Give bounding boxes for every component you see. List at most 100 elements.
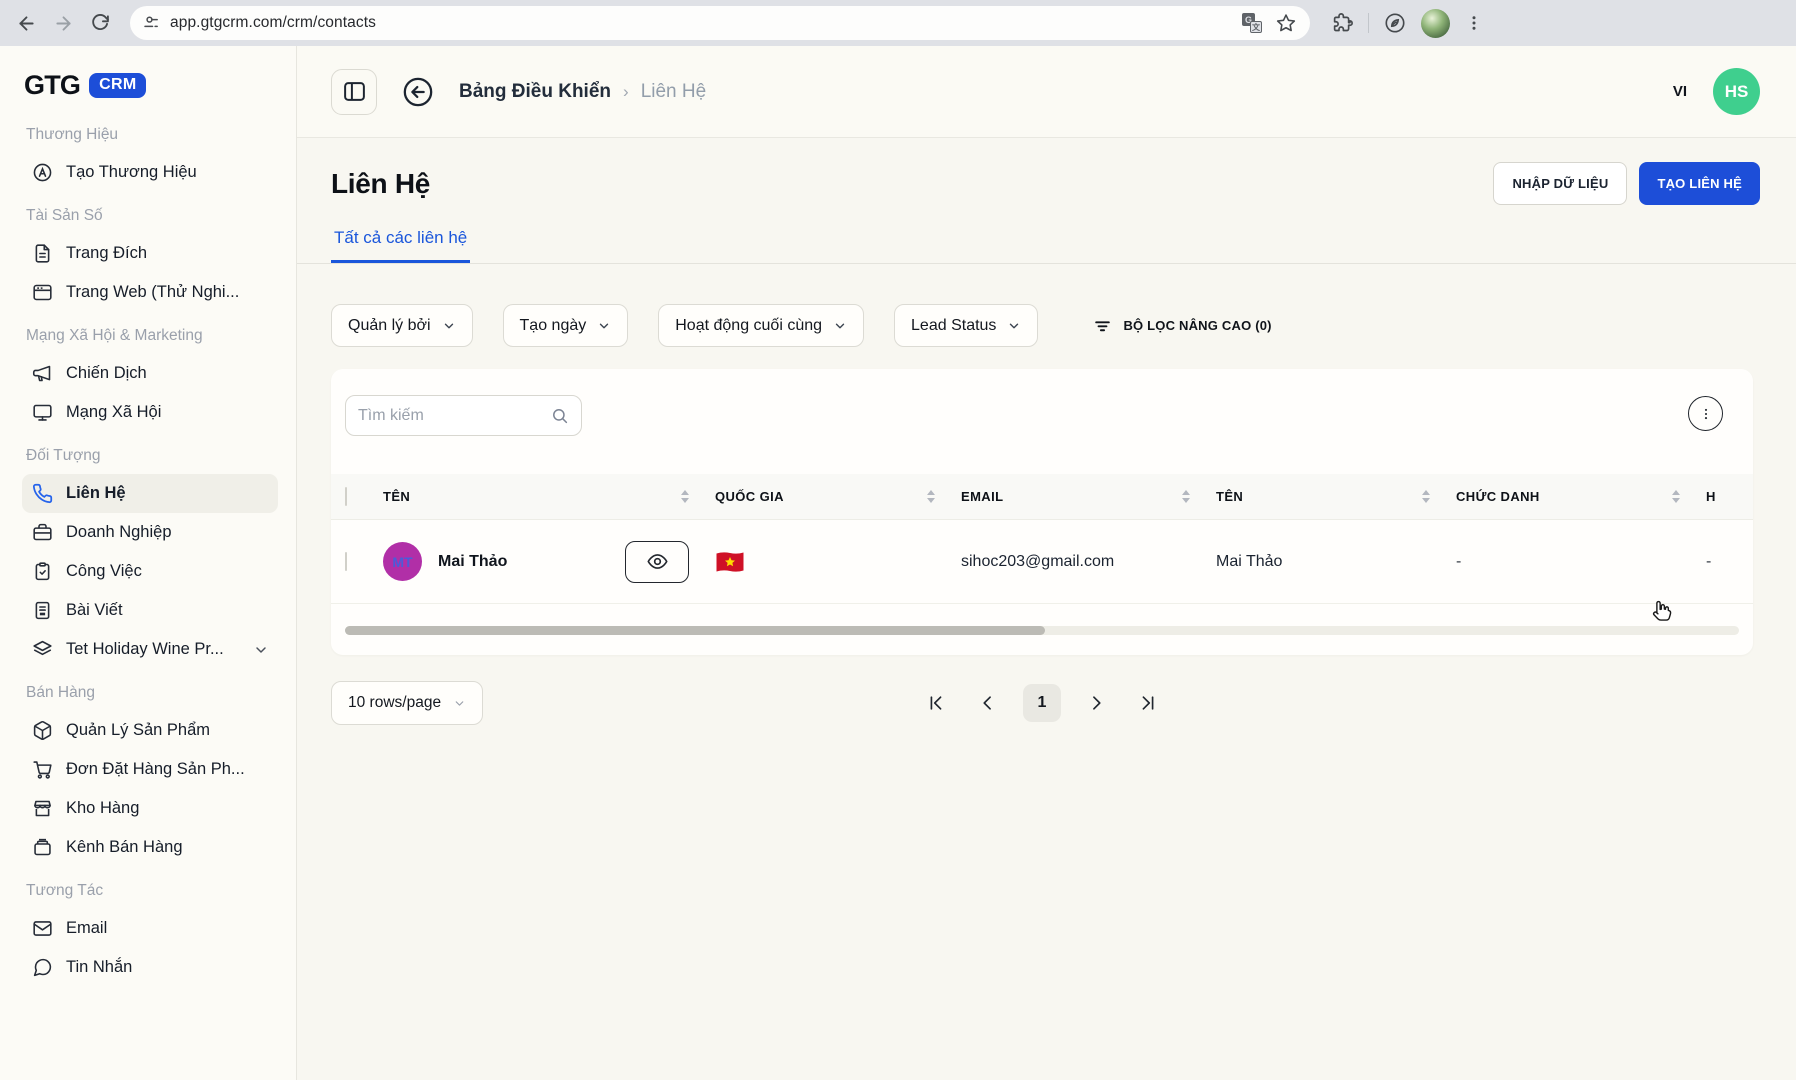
browser-back-icon[interactable]: [16, 13, 37, 34]
language-selector[interactable]: VI: [1673, 83, 1687, 100]
column-header-email[interactable]: EMAIL: [961, 489, 1216, 504]
sort-icon[interactable]: [1672, 490, 1680, 503]
sidebar-item-create-brand[interactable]: Tạo Thương Hiệu: [22, 153, 278, 192]
filter-row: Quản lý bởi Tạo ngày Hoạt động cuối cùng…: [331, 304, 1796, 347]
tab-all-contacts[interactable]: Tất cả các liên hệ: [331, 222, 470, 263]
scrollbar-thumb[interactable]: [345, 626, 1045, 635]
sidebar-item-messages[interactable]: Tin Nhắn: [22, 948, 278, 987]
search-box[interactable]: [345, 395, 582, 436]
next-page-button[interactable]: [1079, 686, 1113, 720]
sidebar-item-website[interactable]: Trang Web (Thử Nghi...: [22, 273, 278, 312]
contact-name[interactable]: Mai Thảo: [438, 553, 507, 571]
breadcrumb-contacts: Liên Hệ: [641, 81, 707, 103]
bookmark-star-icon[interactable]: [1276, 13, 1296, 33]
advanced-filter-label: BỘ LỌC NÂNG CAO (0): [1123, 318, 1271, 333]
current-page[interactable]: 1: [1023, 684, 1061, 722]
brand-icon: [31, 162, 53, 183]
filter-label: Lead Status: [911, 317, 996, 335]
table-row[interactable]: MT Mai Thảo sihoc203@gmail.com Mai Thảo …: [331, 520, 1753, 604]
page-title: Liên Hệ: [331, 168, 430, 200]
sidebar-item-label: Liên Hệ: [66, 484, 126, 503]
column-header-name2[interactable]: TÊN: [1216, 489, 1456, 504]
browser-forward-icon[interactable]: [53, 13, 74, 34]
last-page-button[interactable]: [1131, 686, 1165, 720]
sort-icon[interactable]: [1182, 490, 1190, 503]
column-header-country[interactable]: QUỐC GIA: [715, 489, 961, 504]
briefcase-icon: [31, 522, 53, 543]
phone-icon: [31, 483, 53, 504]
sidebar-section-objects: Đối Tượng: [22, 432, 278, 474]
sidebar-item-sales-channels[interactable]: Kênh Bán Hàng: [22, 828, 278, 867]
first-page-button[interactable]: [919, 686, 953, 720]
advanced-filter-button[interactable]: BỘ LỌC NÂNG CAO (0): [1093, 316, 1271, 335]
preview-button[interactable]: [625, 541, 689, 583]
filter-lead-status[interactable]: Lead Status: [894, 304, 1038, 347]
breadcrumb-dashboard[interactable]: Bảng Điều Khiển: [459, 81, 611, 103]
create-contact-button[interactable]: TẠO LIÊN HỆ: [1639, 162, 1760, 205]
column-header-job-title[interactable]: CHỨC DANH: [1456, 489, 1706, 504]
chevron-down-icon: [453, 697, 466, 710]
sidebar-item-email[interactable]: Email: [22, 909, 278, 948]
sidebar-section-social-marketing: Mạng Xã Hội & Marketing: [22, 312, 278, 354]
search-input[interactable]: [358, 407, 543, 425]
browser-profile-avatar[interactable]: [1421, 9, 1450, 38]
contact-name2: Mai Thảo: [1216, 553, 1456, 571]
mail-icon: [31, 918, 53, 939]
sidebar-item-label: Mạng Xã Hội: [66, 403, 161, 422]
column-header-cutoff[interactable]: H: [1706, 489, 1739, 504]
column-header-name[interactable]: TÊN: [383, 489, 715, 504]
column-label: TÊN: [383, 489, 410, 504]
sidebar-item-campaigns[interactable]: Chiến Dịch: [22, 354, 278, 393]
back-button[interactable]: [401, 75, 435, 109]
app-logo[interactable]: GTG CRM: [22, 62, 278, 111]
extensions-icon[interactable]: [1332, 13, 1353, 34]
url-bar[interactable]: app.gtgcrm.com/crm/contacts G 文: [130, 6, 1310, 40]
cube-icon: [31, 720, 53, 741]
sort-icon[interactable]: [1422, 490, 1430, 503]
sidebar-toggle-button[interactable]: [331, 69, 377, 115]
chevron-down-icon: [1007, 319, 1021, 333]
select-all-checkbox[interactable]: [345, 487, 347, 506]
column-label: CHỨC DANH: [1456, 489, 1540, 504]
browser-menu-icon[interactable]: [1465, 14, 1483, 32]
rows-per-page-label: 10 rows/page: [348, 694, 441, 712]
table-options-button[interactable]: [1688, 396, 1723, 431]
sidebar-item-tasks[interactable]: Công Việc: [22, 552, 278, 591]
horizontal-scrollbar[interactable]: [345, 626, 1739, 635]
logo-badge: CRM: [89, 73, 146, 98]
sidebar-item-landing-page[interactable]: Trang Đích: [22, 234, 278, 273]
sidebar-item-product-management[interactable]: Quản Lý Sản Phẩm: [22, 711, 278, 750]
filter-last-activity[interactable]: Hoạt động cuối cùng: [658, 304, 864, 347]
chevron-down-icon[interactable]: [253, 642, 269, 658]
row-checkbox[interactable]: [345, 552, 347, 571]
browser-reload-icon[interactable]: [90, 13, 110, 33]
sidebar-item-social-media[interactable]: Mạng Xã Hội: [22, 393, 278, 432]
document-icon: [31, 243, 53, 264]
contact-email: sihoc203@gmail.com: [961, 553, 1216, 571]
rows-per-page-select[interactable]: 10 rows/page: [331, 681, 483, 725]
chevron-down-icon: [597, 319, 611, 333]
energy-saver-icon[interactable]: [1384, 12, 1406, 34]
app-header: Bảng Điều Khiển › Liên Hệ VI HS: [297, 46, 1796, 138]
sort-icon[interactable]: [681, 490, 689, 503]
filter-managed-by[interactable]: Quản lý bởi: [331, 304, 473, 347]
contact-job-title: -: [1456, 553, 1706, 571]
sidebar-item-warehouse[interactable]: Kho Hàng: [22, 789, 278, 828]
import-data-button[interactable]: NHẬP DỮ LIỆU: [1493, 162, 1627, 205]
user-avatar[interactable]: HS: [1713, 68, 1760, 115]
sidebar-item-label: Email: [66, 919, 107, 938]
search-icon: [551, 407, 569, 425]
translate-icon[interactable]: G 文: [1242, 13, 1262, 33]
sidebar-item-contacts[interactable]: Liên Hệ: [22, 474, 278, 513]
sidebar-item-companies[interactable]: Doanh Nghiệp: [22, 513, 278, 552]
page-header: Liên Hệ NHẬP DỮ LIỆU TẠO LIÊN HỆ Tất cả …: [297, 138, 1796, 264]
filter-label: Hoạt động cuối cùng: [675, 317, 822, 335]
sidebar-item-product-orders[interactable]: Đơn Đặt Hàng Sản Ph...: [22, 750, 278, 789]
previous-page-button[interactable]: [971, 686, 1005, 720]
sidebar-item-articles[interactable]: Bài Viết: [22, 591, 278, 630]
sort-icon[interactable]: [927, 490, 935, 503]
sidebar-item-tet-holiday-wine[interactable]: Tet Holiday Wine Pr...: [22, 630, 278, 669]
filter-created-date[interactable]: Tạo ngày: [503, 304, 629, 347]
site-settings-icon[interactable]: [142, 14, 160, 32]
breadcrumb-separator: ›: [623, 82, 629, 102]
